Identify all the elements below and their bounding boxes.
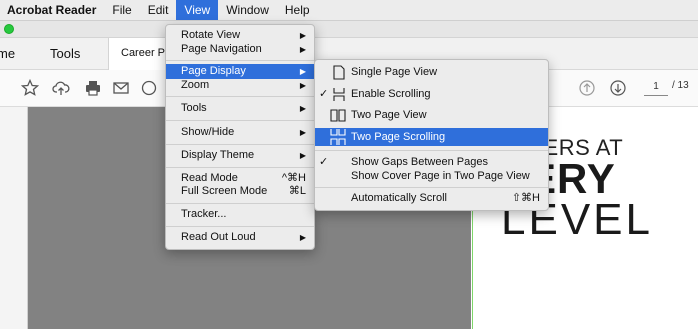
menu-file[interactable]: File [104, 0, 139, 20]
scrolling-icon [333, 88, 345, 101]
menu-item-show-hide[interactable]: Show/Hide ▶ [166, 125, 314, 140]
menu-item-enable-scrolling[interactable]: ✓ Enable Scrolling [315, 87, 548, 102]
menu-item-show-cover-page[interactable]: Show Cover Page in Two Page View [315, 169, 548, 184]
cloud-upload-icon[interactable] [52, 79, 70, 97]
left-navigation-pane [0, 107, 28, 329]
two-page-icon [330, 109, 346, 122]
menu-item-tracker[interactable]: Tracker... [166, 207, 314, 222]
menu-item-zoom[interactable]: Zoom ▶ [166, 78, 314, 93]
page-total: / 13 [672, 80, 689, 91]
menu-item-display-theme[interactable]: Display Theme ▶ [166, 148, 314, 163]
mail-icon[interactable] [112, 79, 130, 97]
menu-item-two-page-scrolling[interactable]: Two Page Scrolling [315, 128, 548, 146]
window-zoom-button[interactable] [4, 24, 14, 34]
menu-item-automatically-scroll[interactable]: Automatically Scroll ⇧⌘H [315, 191, 548, 206]
menu-item-tools[interactable]: Tools ▶ [166, 101, 314, 116]
menu-edit[interactable]: Edit [140, 0, 177, 20]
submenu-arrow-icon: ▶ [299, 233, 306, 242]
menu-item-full-screen-mode[interactable]: Full Screen Mode ⌘L [166, 184, 314, 199]
check-icon: ✓ [319, 156, 329, 168]
star-icon[interactable] [21, 79, 39, 97]
submenu-arrow-icon: ▶ [299, 104, 306, 113]
app-menu[interactable]: Acrobat Reader [0, 0, 104, 20]
menu-help[interactable]: Help [277, 0, 318, 20]
page-down-icon[interactable] [609, 79, 627, 97]
check-icon: ✓ [319, 88, 329, 100]
menu-item-rotate-view[interactable]: Rotate View ▶ [166, 28, 314, 43]
submenu-arrow-icon: ▶ [299, 31, 306, 40]
comment-icon[interactable] [140, 79, 158, 97]
menu-item-page-navigation[interactable]: Page Navigation ▶ [166, 42, 314, 57]
menu-item-read-out-loud[interactable]: Read Out Loud ▶ [166, 230, 314, 245]
window-title-bar [0, 21, 698, 38]
tab-tools[interactable]: Tools [50, 38, 80, 69]
submenu-arrow-icon: ▶ [299, 128, 306, 137]
menu-item-show-gaps[interactable]: ✓ Show Gaps Between Pages [315, 155, 548, 170]
two-page-scrolling-icon [330, 129, 346, 145]
menu-item-two-page-view[interactable]: Two Page View [315, 108, 548, 123]
submenu-arrow-icon: ▶ [299, 45, 306, 54]
menu-window[interactable]: Window [218, 0, 277, 20]
menu-bar: Acrobat Reader File Edit View Window Hel… [0, 0, 698, 21]
view-menu: Rotate View ▶ Page Navigation ▶ Page Displ… [165, 24, 315, 250]
submenu-arrow-icon: ▶ [299, 151, 306, 160]
menu-item-page-display[interactable]: Page Display ▶ [166, 64, 314, 79]
menu-view[interactable]: View [176, 0, 219, 20]
submenu-arrow-icon: ▶ [299, 81, 306, 90]
tab-home[interactable]: me [0, 38, 35, 69]
menu-item-single-page-view[interactable]: Single Page View [315, 65, 548, 80]
submenu-arrow-icon: ▶ [299, 67, 306, 76]
print-icon[interactable] [84, 79, 102, 97]
page-up-icon[interactable] [578, 79, 596, 97]
page-number-input[interactable]: 1 [644, 81, 668, 96]
single-page-icon [333, 65, 345, 80]
page-display-submenu: Single Page View ✓ Enable Scrolling Two … [314, 59, 549, 211]
